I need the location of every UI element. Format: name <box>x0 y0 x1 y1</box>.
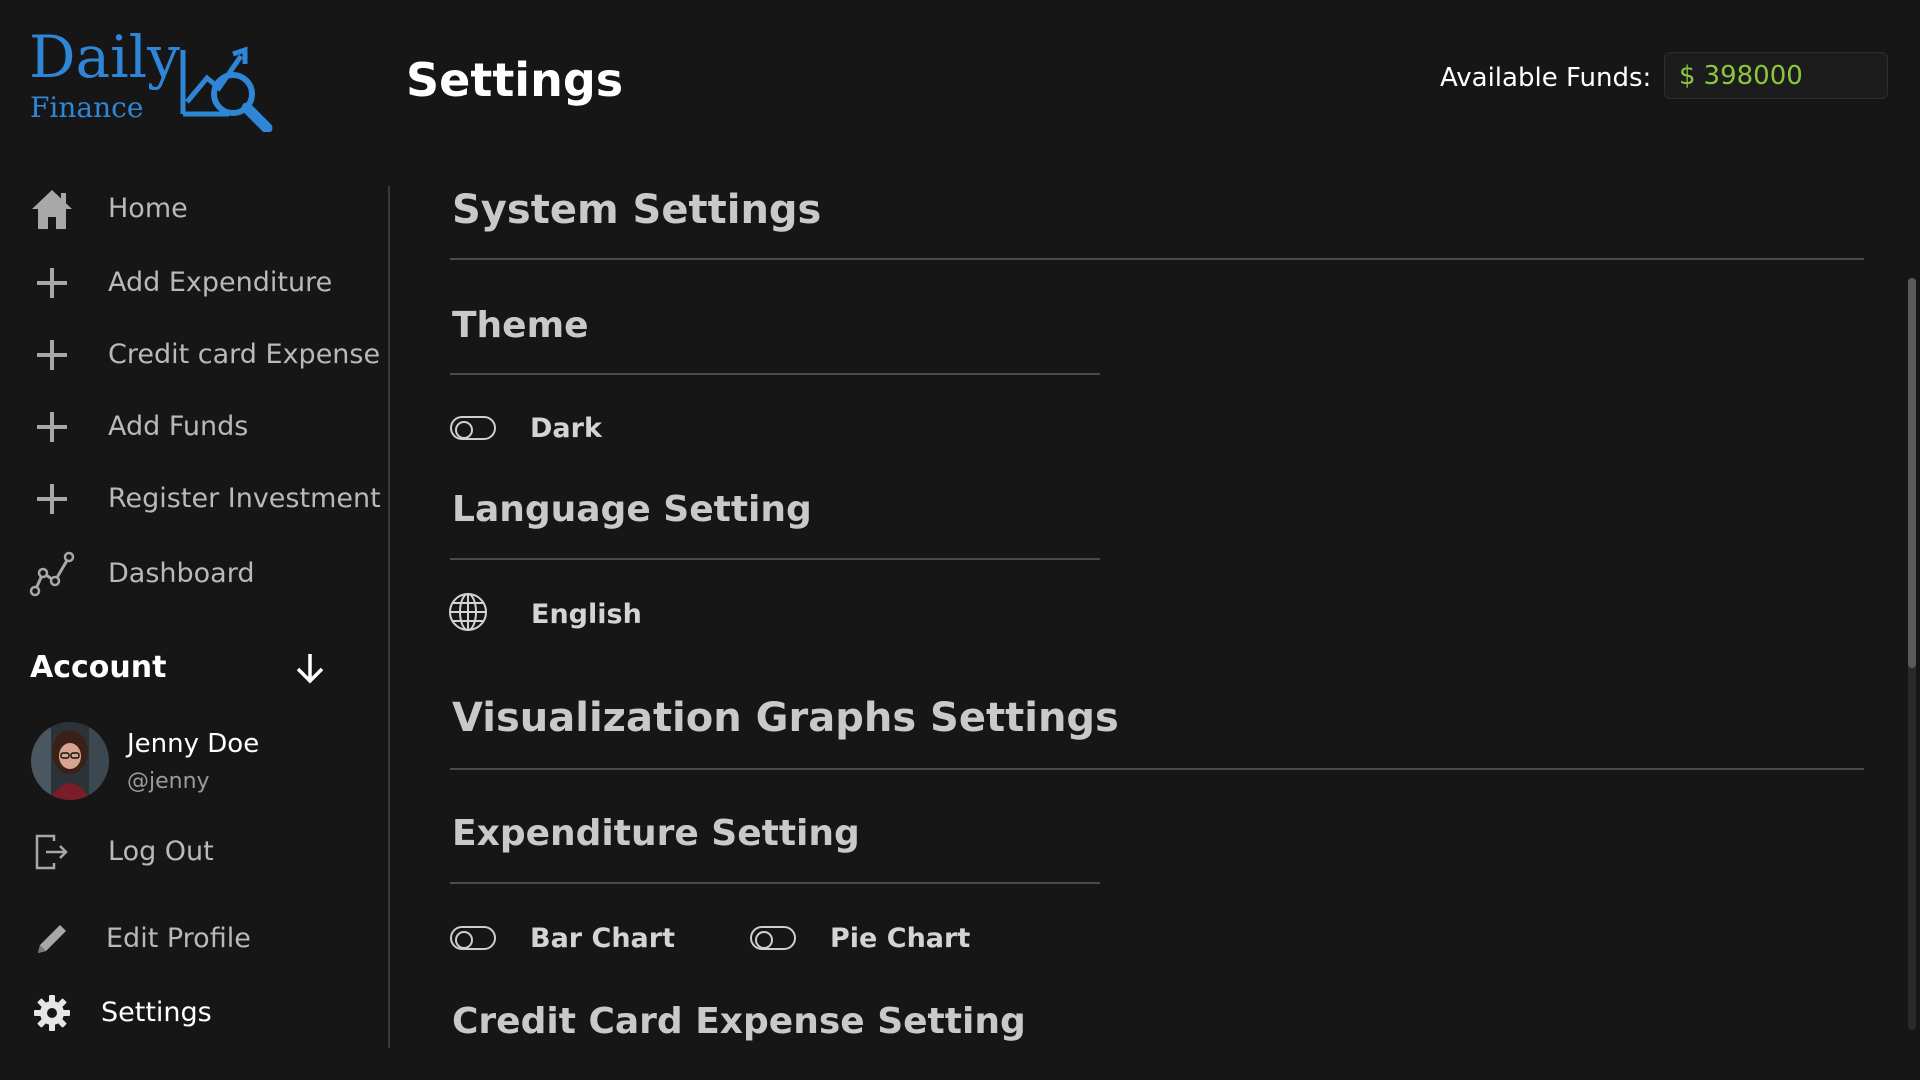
plus-icon <box>28 259 76 307</box>
avatar-image <box>31 722 109 800</box>
avatar[interactable] <box>31 722 109 800</box>
system-settings-heading: System Settings <box>452 187 822 233</box>
plus-icon <box>28 403 76 451</box>
sidebar-item-label: Settings <box>101 997 212 1028</box>
sidebar-item-add-expenditure[interactable]: Add Expenditure <box>28 258 368 308</box>
app-window: Daily Finance Settings Available Funds: … <box>0 0 1920 1080</box>
dark-theme-toggle[interactable] <box>450 416 496 440</box>
visualization-settings-heading: Visualization Graphs Settings <box>452 695 1119 741</box>
arrow-down-icon[interactable] <box>292 650 328 686</box>
brand-logo[interactable]: Daily Finance <box>29 23 289 132</box>
section-divider <box>450 258 1864 260</box>
sidebar-item-label: Add Funds <box>108 411 249 442</box>
user-handle: @jenny <box>127 769 210 794</box>
gear-icon <box>28 989 76 1037</box>
brand-name: Daily <box>29 23 180 91</box>
currency-symbol: $ <box>1679 60 1696 91</box>
available-funds-label: Available Funds: <box>1440 63 1652 93</box>
sidebar-item-dashboard[interactable]: Dashboard <box>28 549 368 599</box>
sidebar-item-label: Register Investment <box>108 483 381 514</box>
logout-icon <box>28 828 76 876</box>
finance-magnifier-icon <box>180 46 273 132</box>
edit-profile-label: Edit Profile <box>106 923 251 954</box>
theme-heading: Theme <box>452 305 589 346</box>
home-icon <box>28 185 76 233</box>
sidebar-item-label: Dashboard <box>108 558 255 589</box>
section-divider <box>450 768 1864 770</box>
bar-chart-toggle[interactable] <box>450 926 496 950</box>
sidebar-item-label: Home <box>108 193 188 224</box>
sidebar-item-settings[interactable]: Settings <box>28 988 368 1038</box>
sidebar-item-credit-card-expense[interactable]: Credit card Expense <box>28 330 380 380</box>
dark-theme-label: Dark <box>530 413 602 444</box>
user-name: Jenny Doe <box>127 729 260 759</box>
account-section-title: Account <box>30 650 167 685</box>
section-divider <box>450 882 1100 884</box>
sidebar-divider <box>388 186 390 1048</box>
expenditure-setting-heading: Expenditure Setting <box>452 813 860 854</box>
sidebar-item-label: Add Expenditure <box>108 267 333 298</box>
pie-chart-label: Pie Chart <box>830 923 971 954</box>
logout-label: Log Out <box>108 836 214 867</box>
section-divider <box>450 558 1100 560</box>
pencil-icon <box>28 915 76 963</box>
sidebar-item-label: Credit card Expense <box>108 339 381 370</box>
sidebar-item-register-investment[interactable]: Register Investment <box>28 474 381 524</box>
sidebar-item-home[interactable]: Home <box>28 184 368 234</box>
section-divider <box>450 373 1100 375</box>
plus-icon <box>28 331 76 379</box>
language-value[interactable]: English <box>531 598 642 632</box>
available-funds-value: 398000 <box>1703 60 1803 91</box>
plus-icon <box>28 475 76 523</box>
scrollbar-thumb[interactable] <box>1908 278 1916 668</box>
logout-button[interactable]: Log Out <box>28 827 368 877</box>
edit-profile-button[interactable]: Edit Profile <box>28 914 368 964</box>
available-funds-display: $ 398000 <box>1664 52 1888 99</box>
settings-panel: System Settings Theme Dark Language Sett… <box>448 180 1868 1080</box>
line-chart-icon <box>28 550 76 598</box>
bar-chart-label: Bar Chart <box>530 923 675 954</box>
brand-subtitle: Finance <box>30 91 144 124</box>
credit-card-expense-setting-heading: Credit Card Expense Setting <box>452 1001 1026 1042</box>
language-setting-heading: Language Setting <box>452 489 812 530</box>
sidebar-item-add-funds[interactable]: Add Funds <box>28 402 368 452</box>
pie-chart-toggle[interactable] <box>750 926 796 950</box>
page-title: Settings <box>406 53 624 107</box>
globe-icon <box>449 593 487 631</box>
